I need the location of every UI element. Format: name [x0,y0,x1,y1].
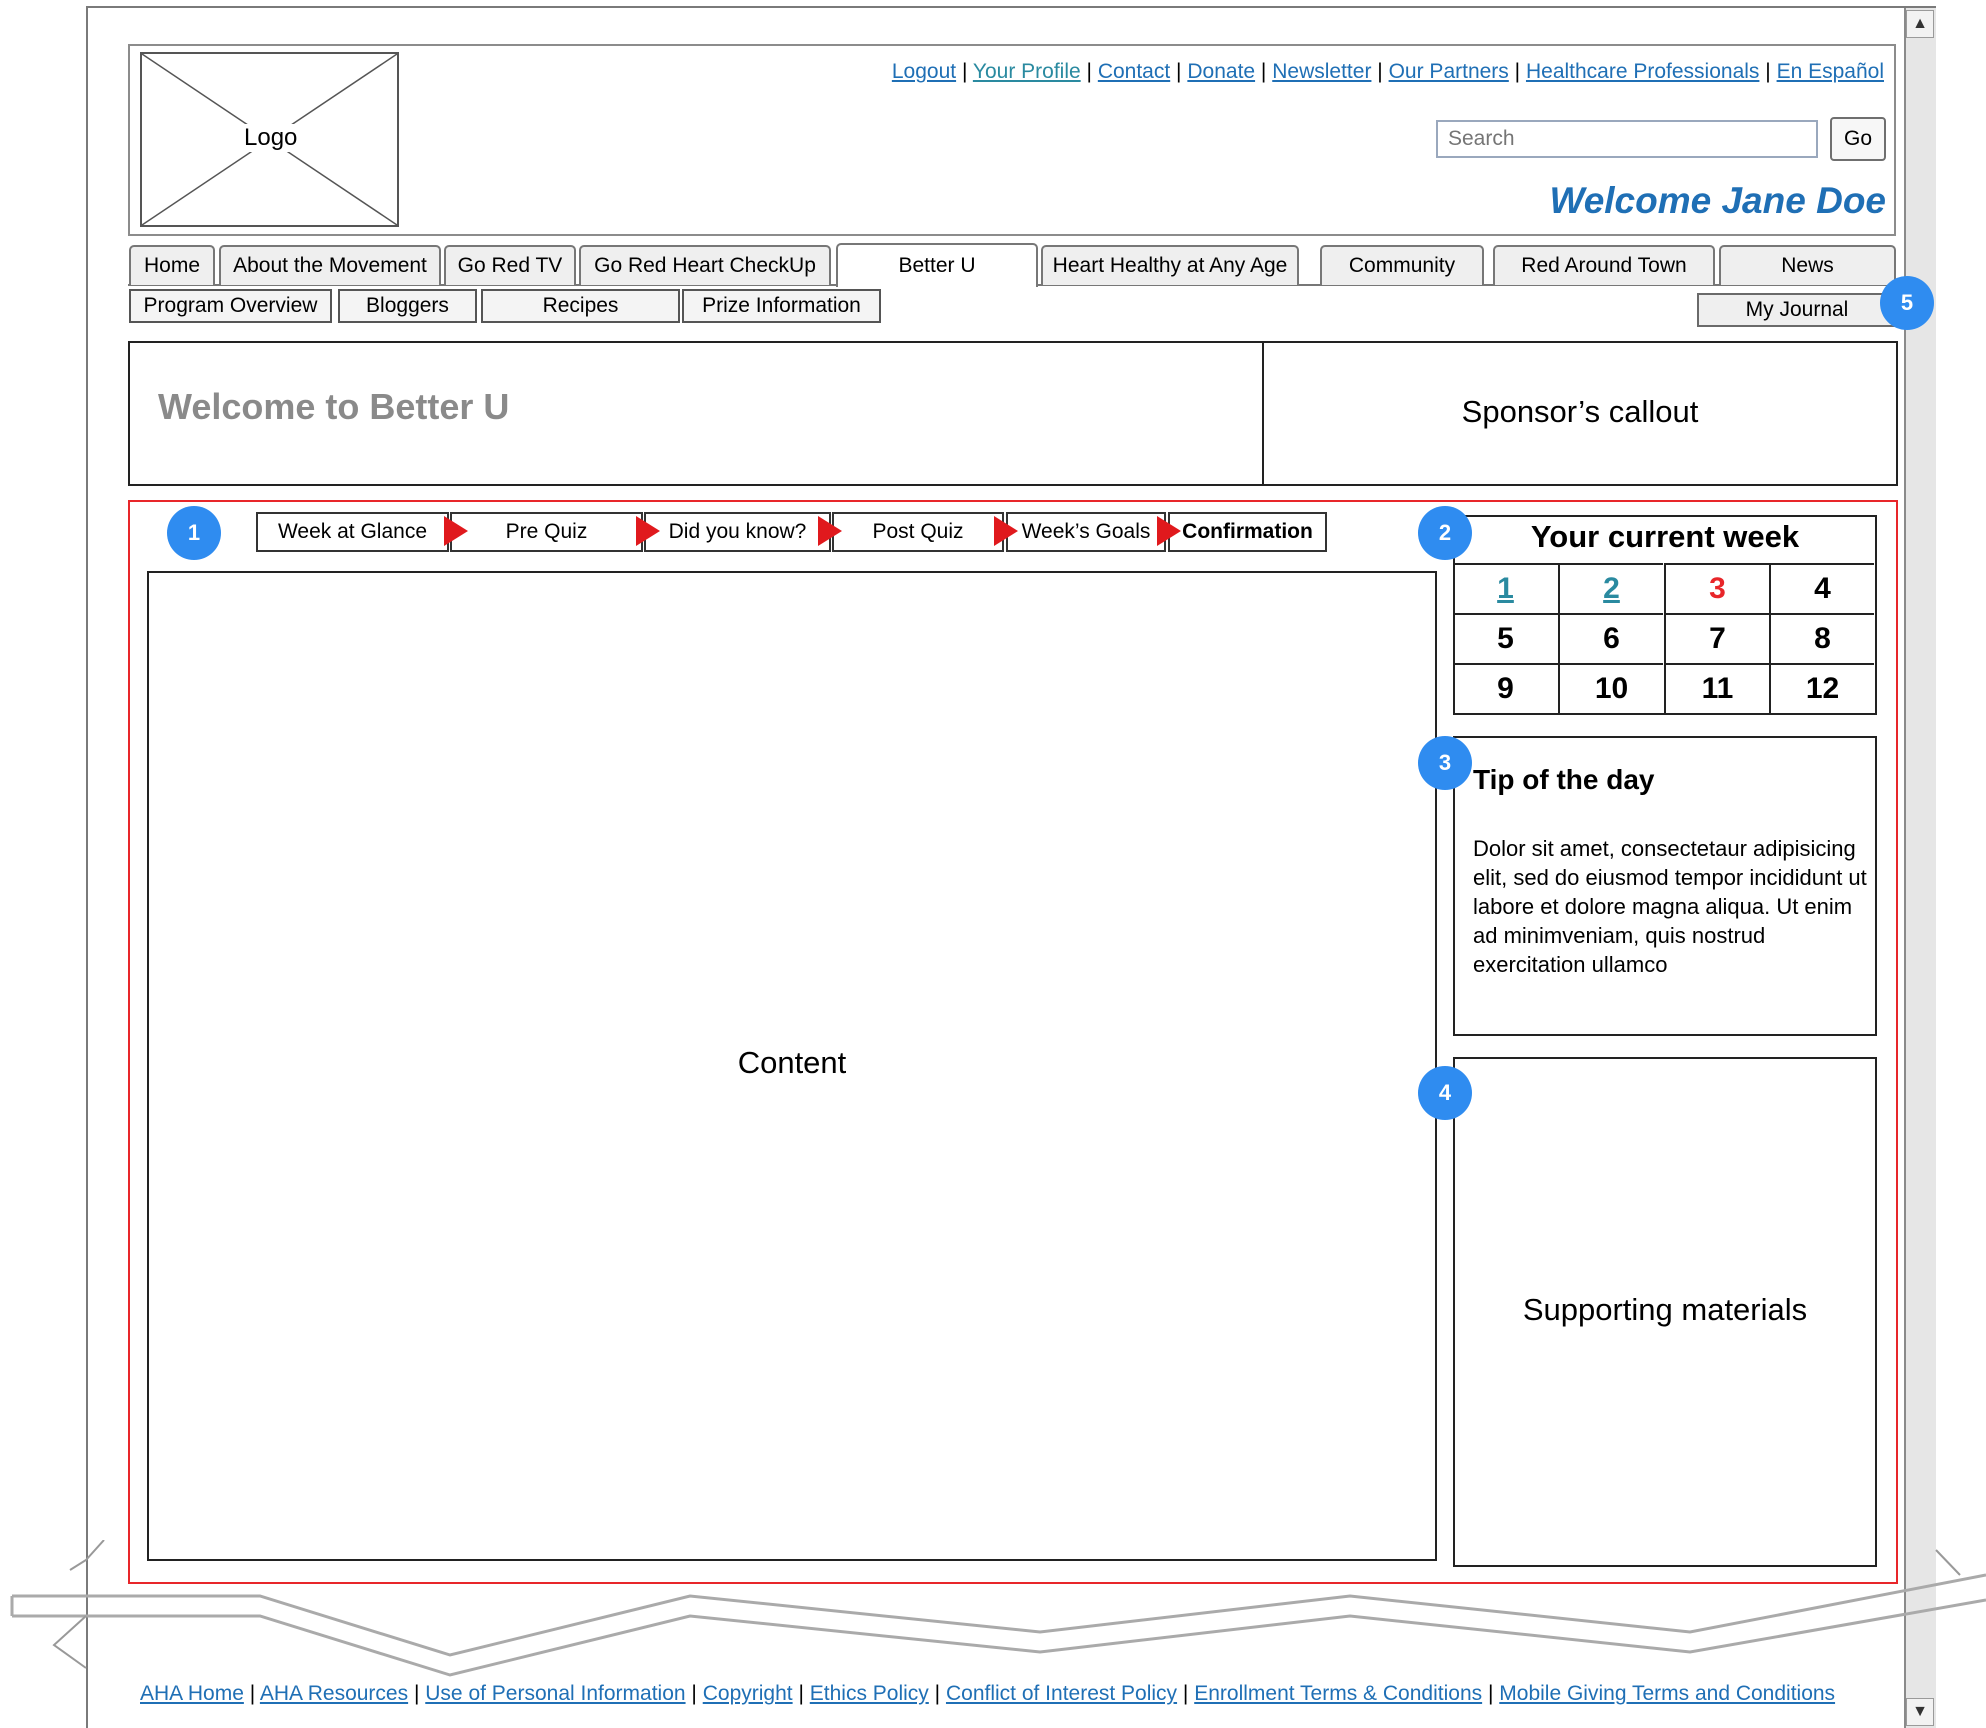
tip-text: Dolor sit amet, consectetaur adipisicing… [1473,836,1867,977]
week-cell-current[interactable]: 3 [1664,563,1769,613]
footer-link-conflict-of-interest[interactable]: Conflict of Interest Policy [946,1682,1177,1705]
en-espanol-link[interactable]: En Español [1777,60,1884,83]
step-did-you-know[interactable]: Did you know? [644,512,831,552]
tab-news[interactable]: News [1719,245,1896,285]
step-arrow-icon [818,516,842,546]
annotation-badge-5: 5 [1880,276,1934,330]
week-cell: 8 [1769,613,1874,663]
subnav-recipes[interactable]: Recipes [481,289,680,323]
logout-link[interactable]: Logout [892,60,956,83]
footer-link-aha-resources[interactable]: AHA Resources [260,1682,408,1705]
sponsor-callout: Sponsor’s callout [1461,394,1699,429]
tab-better-u[interactable]: Better U [836,243,1038,287]
week-cell: 12 [1769,663,1874,713]
tab-go-red-tv[interactable]: Go Red TV [444,245,576,285]
annotation-badge-2: 2 [1418,506,1472,560]
week-link[interactable]: 2 [1603,572,1620,606]
week-link[interactable]: 1 [1497,572,1514,606]
my-journal-button[interactable]: My Journal [1697,293,1897,327]
tip-title: Tip of the day [1473,764,1655,795]
tab-heart-healthy-at-any-age[interactable]: Heart Healthy at Any Age [1041,245,1299,285]
subnav-program-overview[interactable]: Program Overview [129,289,332,323]
footer-link-personal-information[interactable]: Use of Personal Information [425,1682,685,1705]
tab-red-around-town[interactable]: Red Around Town [1493,245,1715,285]
footer-link-ethics-policy[interactable]: Ethics Policy [810,1682,929,1705]
healthcare-professionals-link[interactable]: Healthcare Professionals [1526,60,1759,83]
step-post-quiz[interactable]: Post Quiz [832,512,1004,552]
subnav-bloggers[interactable]: Bloggers [338,289,477,323]
supporting-materials-label: Supporting materials [1522,1292,1808,1327]
current-week-title: Your current week [1530,519,1800,554]
annotation-badge-3: 3 [1418,736,1472,790]
footer-link-enrollment-terms[interactable]: Enrollment Terms & Conditions [1194,1682,1482,1705]
tab-community[interactable]: Community [1320,245,1484,285]
week-cell: 7 [1664,613,1769,663]
scroll-up-arrow-icon[interactable]: ▲ [1906,10,1934,38]
search-input[interactable] [1436,120,1818,158]
step-confirmation[interactable]: Confirmation [1168,512,1327,552]
annotation-badge-4: 4 [1418,1066,1472,1120]
newsletter-link[interactable]: Newsletter [1272,60,1371,83]
tab-go-red-heart-checkup[interactable]: Go Red Heart CheckUp [579,245,831,285]
week-cell: 4 [1769,563,1874,613]
step-arrow-icon [444,516,468,546]
footer-link-aha-home[interactable]: AHA Home [140,1682,244,1705]
step-weeks-goals[interactable]: Week’s Goals [1006,512,1166,552]
donate-link[interactable]: Donate [1187,60,1255,83]
logo[interactable]: Logo [140,52,399,227]
week-cell[interactable]: 1 [1453,563,1558,613]
footer-link-mobile-giving-terms[interactable]: Mobile Giving Terms and Conditions [1499,1682,1835,1705]
week-cell: 11 [1664,663,1769,713]
tab-about-the-movement[interactable]: About the Movement [219,245,441,285]
step-arrow-icon [994,516,1018,546]
your-profile-link[interactable]: Your Profile [973,60,1081,83]
footer-links: AHA Home | AHA Resources | Use of Person… [140,1682,1836,1705]
subnav-prize-information[interactable]: Prize Information [682,289,881,323]
week-cell: 9 [1453,663,1558,713]
content-label: Content [737,1045,847,1080]
scroll-down-arrow-icon[interactable]: ▼ [1906,1698,1934,1726]
utility-links: Logout | Your Profile | Contact | Donate… [891,60,1884,83]
week-cell: 5 [1453,613,1558,663]
search-go-button[interactable]: Go [1830,117,1886,161]
contact-link[interactable]: Contact [1098,60,1170,83]
logo-label: Logo [240,124,302,152]
step-arrow-icon [636,516,660,546]
step-week-at-glance[interactable]: Week at Glance [256,512,449,552]
week-cell: 10 [1558,663,1663,713]
our-partners-link[interactable]: Our Partners [1389,60,1509,83]
footer-link-copyright[interactable]: Copyright [703,1682,793,1705]
tab-home[interactable]: Home [129,245,215,285]
week-cell: 6 [1558,613,1663,663]
banner-title: Welcome to Better U [158,386,510,427]
step-arrow-icon [1157,516,1181,546]
vertical-scrollbar[interactable] [1904,8,1936,1728]
annotation-badge-1: 1 [167,506,221,560]
step-pre-quiz[interactable]: Pre Quiz [450,512,643,552]
week-cell[interactable]: 2 [1558,563,1663,613]
welcome-user-greeting: Welcome Jane Doe [1549,180,1886,221]
